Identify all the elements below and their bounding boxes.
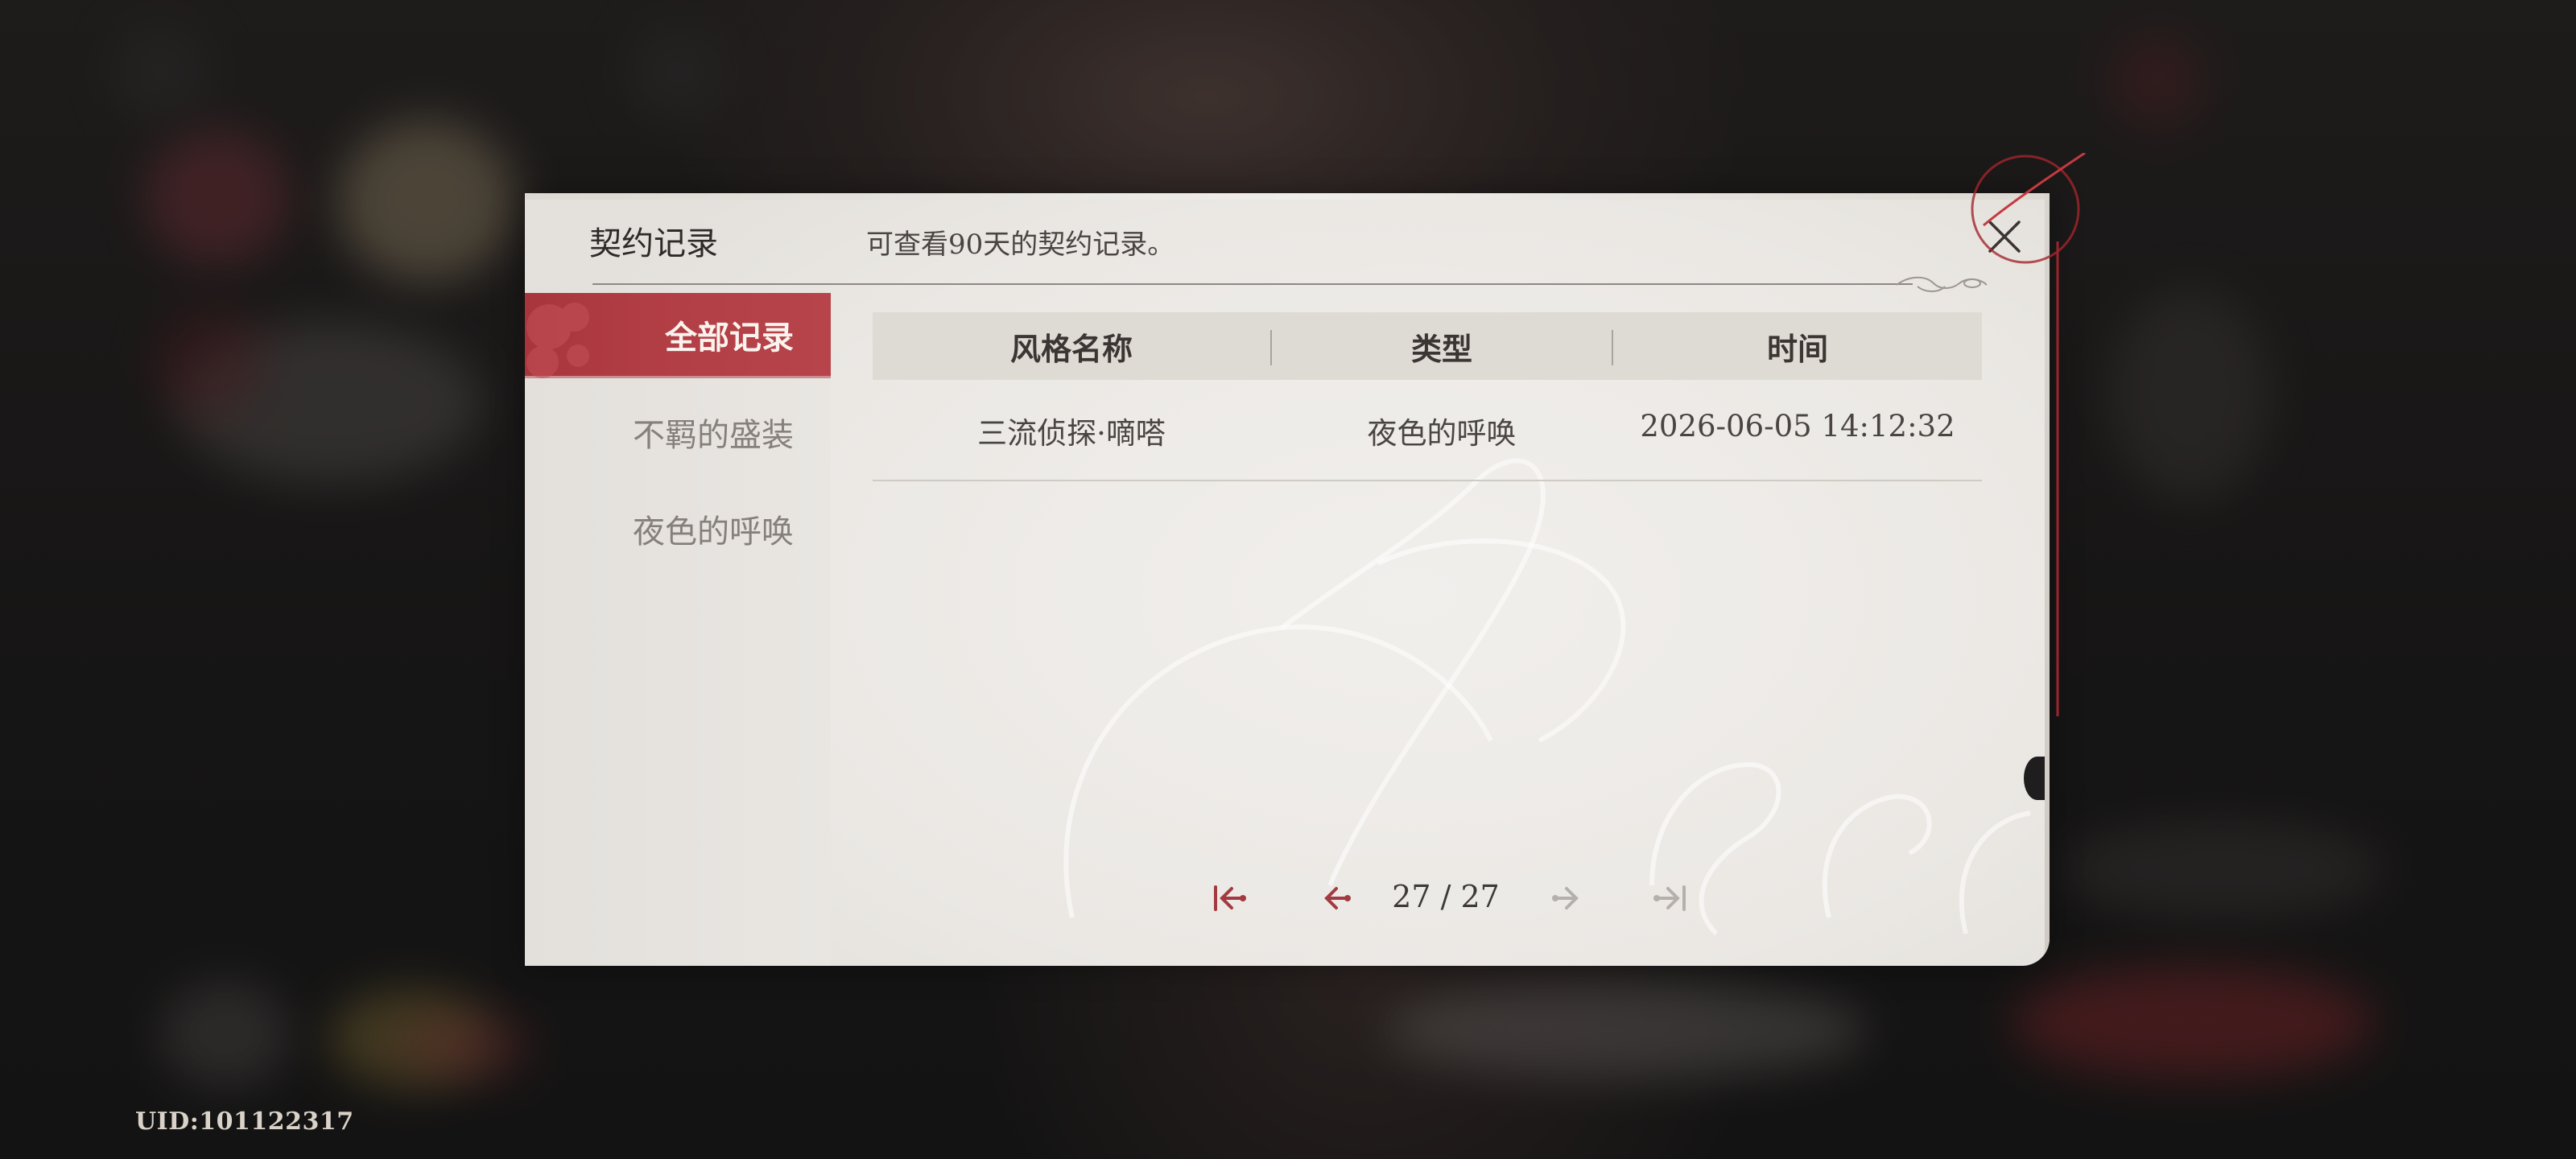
contract-record-dialog: 契约记录 可查看90天的契约记录。 全部记录 不羁的盛装 夜色的呼唤 风格名称 …	[525, 193, 2050, 966]
column-header-style-name: 风格名称	[1009, 330, 1133, 367]
dialog-subtitle: 可查看90天的契约记录。	[866, 229, 1175, 261]
last-page-button[interactable]	[1645, 874, 1694, 922]
sidebar-item-label: 夜色的呼唤	[633, 514, 794, 551]
cell-type: 夜色的呼唤	[1367, 416, 1517, 451]
first-page-button[interactable]	[1206, 874, 1254, 922]
tab-pattern-decoration	[526, 303, 589, 378]
flourish-ornament	[1896, 276, 1988, 292]
first-page-icon	[1214, 885, 1246, 911]
row-divider	[873, 480, 1982, 481]
sidebar-item-all-records[interactable]: 全部记录	[525, 293, 831, 378]
column-header-type: 类型	[1410, 330, 1472, 367]
close-icon	[1988, 221, 2021, 253]
cell-time: 2026-06-05 14:12:32	[1640, 409, 1955, 443]
column-header-time: 时间	[1766, 330, 1828, 367]
next-page-icon	[1552, 887, 1579, 909]
next-page-button[interactable]	[1541, 874, 1589, 922]
header-divider	[592, 283, 1913, 285]
prev-page-button[interactable]	[1314, 874, 1362, 922]
prev-page-icon	[1324, 887, 1351, 909]
uid-label: UID:101122317	[135, 1107, 354, 1136]
last-page-icon	[1653, 885, 1686, 911]
sidebar-item-label: 全部记录	[665, 318, 794, 357]
page-indicator: 27 / 27	[1392, 879, 1500, 914]
sidebar-item-call-of-night[interactable]: 夜色的呼唤	[525, 486, 831, 571]
category-sidebar: 全部记录 不羁的盛装 夜色的呼唤	[525, 293, 831, 966]
dialog-title: 契约记录	[589, 225, 718, 262]
sidebar-item-label: 不羁的盛装	[633, 417, 794, 454]
close-button[interactable]	[1982, 214, 2027, 259]
table-header: 风格名称 类型 时间	[873, 312, 1982, 380]
dialog-top-strip	[525, 193, 2050, 200]
sidebar-item-unruly-attire[interactable]: 不羁的盛装	[525, 390, 831, 475]
cell-style-name: 三流侦探·嘀嗒	[977, 416, 1166, 451]
dialog-side-notch	[2024, 757, 2050, 800]
